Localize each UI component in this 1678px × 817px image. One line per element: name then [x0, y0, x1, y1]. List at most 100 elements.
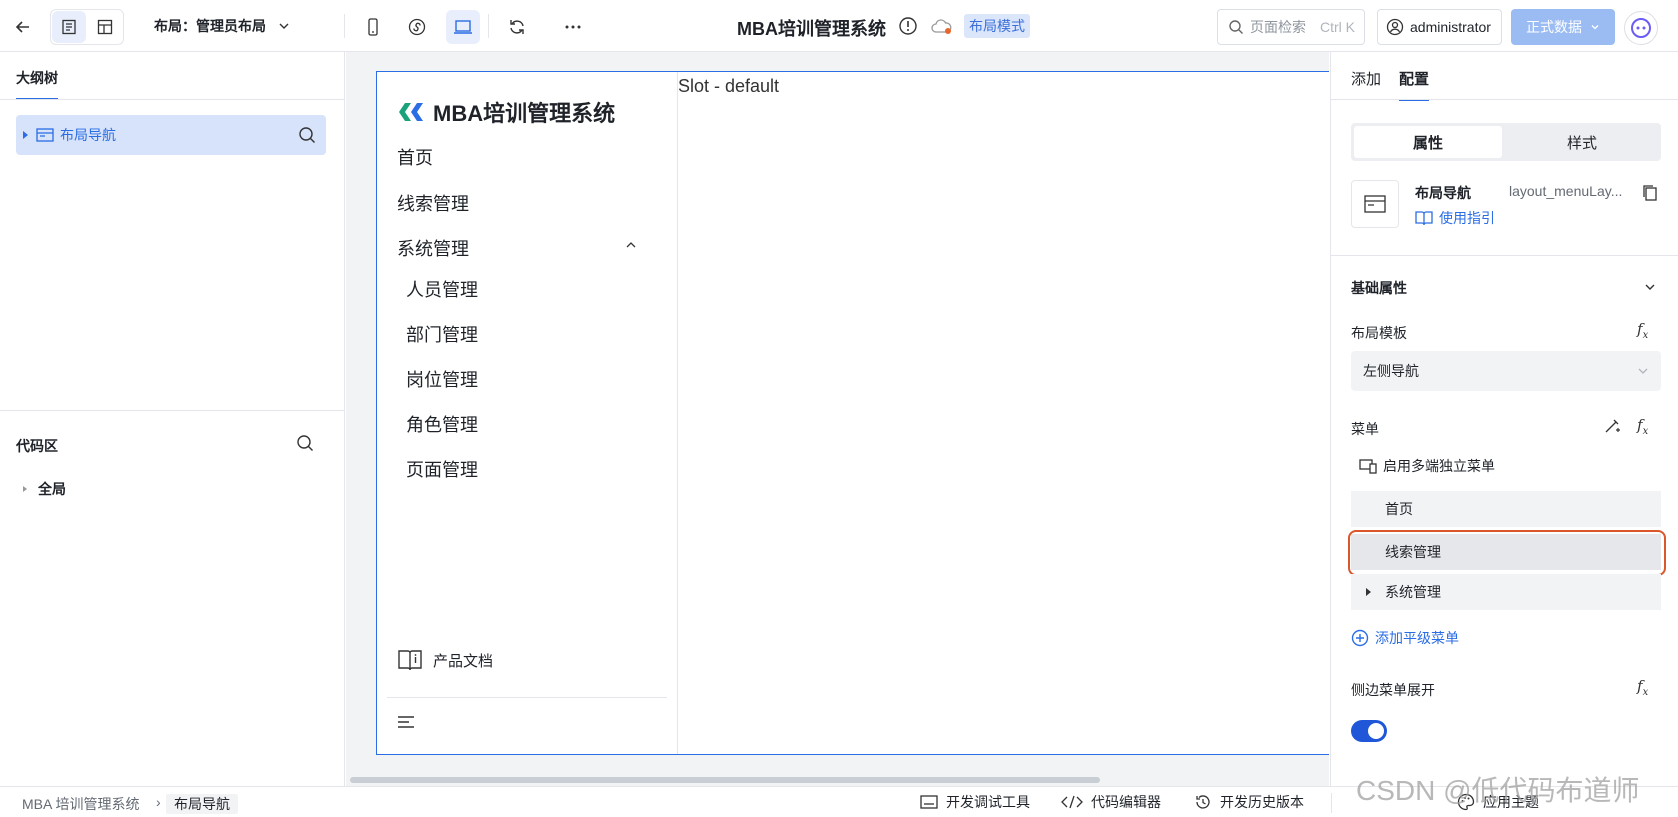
copy-icon[interactable] [1642, 184, 1658, 202]
cloud-sync-icon[interactable] [930, 17, 954, 37]
nav-sub-item[interactable]: 岗位管理 [406, 366, 478, 392]
dev-history-button[interactable]: 开发历史版本 [1194, 792, 1304, 812]
arrow-left-icon [15, 21, 29, 33]
breadcrumb-current[interactable]: 布局导航 [166, 794, 238, 814]
logo-icon [399, 103, 423, 121]
layout-view-button[interactable] [88, 11, 122, 43]
refresh-icon [510, 20, 524, 34]
nav-item-home[interactable]: 首页 [397, 144, 433, 170]
more-button[interactable] [556, 10, 590, 44]
section-basic-props[interactable]: 基础属性 [1351, 278, 1407, 298]
caret-right-icon [23, 131, 28, 139]
layout-template-label: 布局模板 [1351, 325, 1407, 341]
back-button[interactable] [6, 10, 40, 44]
component-icon-card [1351, 180, 1399, 228]
nav-item-leads[interactable]: 线索管理 [397, 190, 469, 216]
dev-tools-button[interactable]: 开发调试工具 [920, 792, 1030, 812]
multi-platform-menu-label: 启用多端独立菜单 [1383, 458, 1495, 474]
page-preview[interactable]: MBA培训管理系统 首页 线索管理 系统管理 人员管理 部门管理 岗位管理 角色… [376, 71, 1329, 755]
code-search-icon[interactable] [296, 434, 314, 452]
tab-add[interactable]: 添加 [1351, 68, 1381, 99]
side-menu-expand-label: 侧边菜单展开 [1351, 682, 1435, 698]
layout-template-select[interactable]: 左侧导航 [1351, 351, 1661, 391]
chevron-up-icon[interactable] [625, 241, 637, 249]
page-view-button[interactable] [52, 11, 86, 43]
divider [1331, 255, 1678, 256]
code-editor-label: 代码编辑器 [1091, 794, 1161, 810]
right-panel: 添加 配置 属性 样式 布局导航 layout_menuLay... 使用指引 … [1330, 52, 1678, 786]
divider [387, 697, 667, 698]
add-sibling-menu-button[interactable]: 添加平级菜单 [1351, 628, 1459, 648]
refresh-button[interactable] [500, 10, 534, 44]
data-env-button[interactable]: 正式数据 [1511, 9, 1615, 45]
top-toolbar: 布局：管理员布局 MBA培训管理系统 布局模式 页面检索 Ctrl K admi… [0, 0, 1678, 52]
nav-sub-item[interactable]: 人员管理 [406, 276, 478, 302]
usage-guide-link[interactable]: 使用指引 [1415, 208, 1495, 228]
breadcrumb-separator: › [156, 794, 161, 810]
miniprogram-icon [408, 18, 426, 36]
product-docs-link[interactable]: 产品文档 [397, 648, 493, 672]
search-icon [1229, 20, 1243, 34]
search-icon[interactable] [298, 126, 316, 144]
menu-row-home[interactable]: 首页 [1351, 491, 1661, 527]
breadcrumb-app[interactable]: MBA 培训管理系统 [22, 794, 139, 814]
side-menu-expand-toggle[interactable] [1351, 720, 1387, 742]
info-icon[interactable] [898, 16, 918, 36]
document-icon [62, 19, 76, 35]
nav-item-system[interactable]: 系统管理 [397, 235, 469, 261]
code-item-global[interactable]: 全局 [22, 479, 66, 499]
code-editor-button[interactable]: 代码编辑器 [1061, 792, 1161, 812]
segment-styles[interactable]: 样式 [1508, 126, 1656, 158]
side-navigation: MBA培训管理系统 首页 线索管理 系统管理 人员管理 部门管理 岗位管理 角色… [377, 72, 678, 754]
component-id: layout_menuLay... [1509, 183, 1623, 199]
fx-icon[interactable]: fx [1637, 416, 1648, 437]
tab-config[interactable]: 配置 [1399, 68, 1430, 101]
menu-row-system[interactable]: 系统管理 [1351, 574, 1661, 610]
menu-row-label: 首页 [1385, 501, 1413, 517]
chevron-down-icon [279, 23, 289, 29]
chevron-down-icon [1591, 25, 1599, 30]
user-icon [1386, 18, 1404, 36]
miniprogram-view-button[interactable] [400, 10, 434, 44]
tab-outline-tree[interactable]: 大纲树 [16, 68, 58, 100]
design-canvas: MBA培训管理系统 首页 线索管理 系统管理 人员管理 部门管理 岗位管理 角色… [346, 52, 1329, 786]
layout-nav-icon [36, 128, 54, 142]
history-icon [1196, 795, 1210, 809]
divider [344, 14, 345, 38]
layout-template-value: 左侧导航 [1363, 363, 1419, 379]
horizontal-scrollbar[interactable] [350, 777, 1100, 783]
outline-item-layout-nav[interactable]: 布局导航 [16, 115, 326, 155]
desktop-view-button[interactable] [446, 10, 480, 44]
app-title: MBA培训管理系统 [737, 19, 886, 39]
code-area-title: 代码区 [16, 438, 58, 454]
brand: MBA培训管理系统 [397, 96, 615, 128]
segment-properties[interactable]: 属性 [1354, 126, 1502, 158]
nav-sub-item[interactable]: 角色管理 [406, 411, 478, 437]
laptop-icon [454, 20, 472, 34]
user-menu[interactable]: administrator [1377, 9, 1502, 45]
data-env-label: 正式数据 [1526, 19, 1582, 35]
divider [0, 410, 345, 411]
robot-icon [1631, 18, 1651, 38]
layout-selector[interactable]: 布局：管理员布局 [154, 16, 290, 36]
add-sibling-menu-label: 添加平级菜单 [1375, 630, 1459, 646]
mobile-view-button[interactable] [356, 10, 390, 44]
fx-icon[interactable]: fx [1637, 320, 1648, 341]
highlight-box [1348, 530, 1666, 576]
ai-assistant-button[interactable] [1624, 11, 1658, 45]
nav-sub-item[interactable]: 页面管理 [406, 456, 478, 482]
fx-icon[interactable]: fx [1637, 677, 1648, 698]
layout-mode-badge: 布局模式 [964, 14, 1030, 38]
code-icon [1061, 795, 1083, 809]
plus-circle-icon [1351, 629, 1369, 647]
multi-platform-menu-option[interactable]: 启用多端独立菜单 [1359, 456, 1495, 476]
product-docs-label: 产品文档 [433, 652, 494, 670]
user-name: administrator [1410, 19, 1491, 35]
mobile-icon [368, 18, 378, 36]
nav-sub-item[interactable]: 部门管理 [406, 321, 478, 347]
page-search-input[interactable]: 页面检索 Ctrl K [1217, 9, 1365, 45]
menu-collapse-icon[interactable] [397, 715, 415, 729]
layout-icon [97, 19, 113, 35]
chevron-down-icon[interactable] [1644, 282, 1656, 292]
magic-wand-icon[interactable] [1603, 417, 1621, 435]
